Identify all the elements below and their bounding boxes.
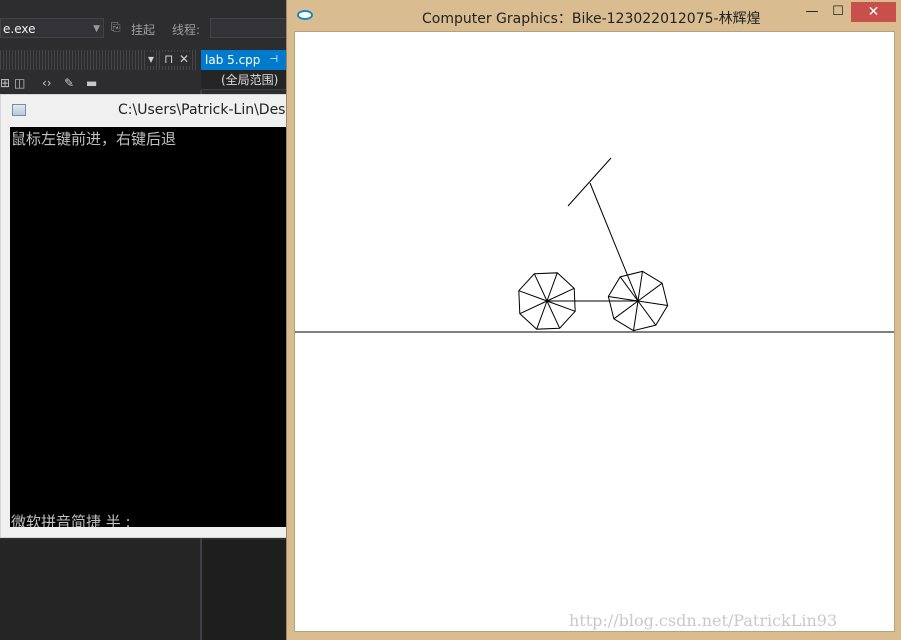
console-output: 鼠标左键前进，右键后退 微软拼音简捷 半 : [10,127,301,527]
vs-lower-panel [0,540,200,640]
panel-menu-icon[interactable]: ▾ [146,52,157,66]
vs-toolbar: e.exe ▼ ⎘ 挂起 线程: [0,14,290,44]
vs-menu-strip [0,0,290,14]
console-title: C:\Users\Patrick-Lin\Des [118,102,286,118]
wheel-spoke [637,282,663,302]
bike-handlebar [567,157,612,207]
console-instruction-text: 鼠标左键前进，右键后退 [11,130,177,148]
tab-label: lab 5.cpp [205,53,261,67]
thread-label: 线程: [172,23,201,37]
render-canvas[interactable]: http://blog.csdn.net/PatrickLin93 [294,31,895,632]
panel-icon-row: ⊞ ◫ ‹› ✎ ▬ [0,76,200,94]
startup-exe-dropdown[interactable]: e.exe ▼ [0,18,104,38]
minus-icon[interactable]: ▬ [86,76,97,90]
ime-status-text: 微软拼音简捷 半 : [11,513,131,527]
code-icon[interactable]: ‹› [42,76,52,90]
wheel-spoke [613,300,639,320]
wheel-spoke [633,300,639,331]
pin-tab-icon[interactable]: ⊣ [269,50,278,70]
graphics-window-title: Computer Graphics：Bike-123022012075-林辉煌 [422,11,761,27]
wheel-spoke [608,296,639,302]
wheel-spoke [637,271,643,302]
maximize-button[interactable]: ☐ [825,2,851,22]
tool-icon-a[interactable]: ⊞ [0,76,10,90]
close-button[interactable]: ✕ [851,2,896,22]
pin-icon[interactable]: ⊓ [162,52,176,66]
tab-lab5-cpp[interactable]: lab 5.cpp ⊣ [201,50,286,70]
glut-app-icon [297,10,313,20]
chevron-down-icon: ▼ [93,24,100,34]
tool-icon-b[interactable]: ◫ [14,76,25,90]
wrench-icon[interactable]: ✎ [64,76,74,90]
scope-dropdown[interactable]: (全局范围) [201,70,286,90]
bike-scene [295,157,894,333]
console-window[interactable]: C:\Users\Patrick-Lin\Des 鼠标左键前进，右键后退 微软拼… [0,94,301,538]
console-titlebar[interactable]: C:\Users\Patrick-Lin\Des [1,95,299,127]
watermark-text: http://blog.csdn.net/PatrickLin93 [569,611,838,630]
console-app-icon [12,104,26,116]
vs-editor-area [202,540,287,640]
bike-fork [589,182,639,302]
minimize-button[interactable]: — [799,2,825,22]
suspend-label[interactable]: 挂起 [131,21,155,38]
suspend-icon: ⎘ [111,20,121,34]
thread-dropdown[interactable] [210,18,290,38]
close-panel-icon[interactable]: ✕ [177,52,192,66]
startup-exe-value: e.exe [3,22,36,36]
wheel-spoke [619,276,639,302]
wheel-spoke [637,300,668,306]
graphics-window[interactable]: Computer Graphics：Bike-123022012075-林辉煌 … [286,0,901,640]
wheel-spoke [637,300,657,326]
